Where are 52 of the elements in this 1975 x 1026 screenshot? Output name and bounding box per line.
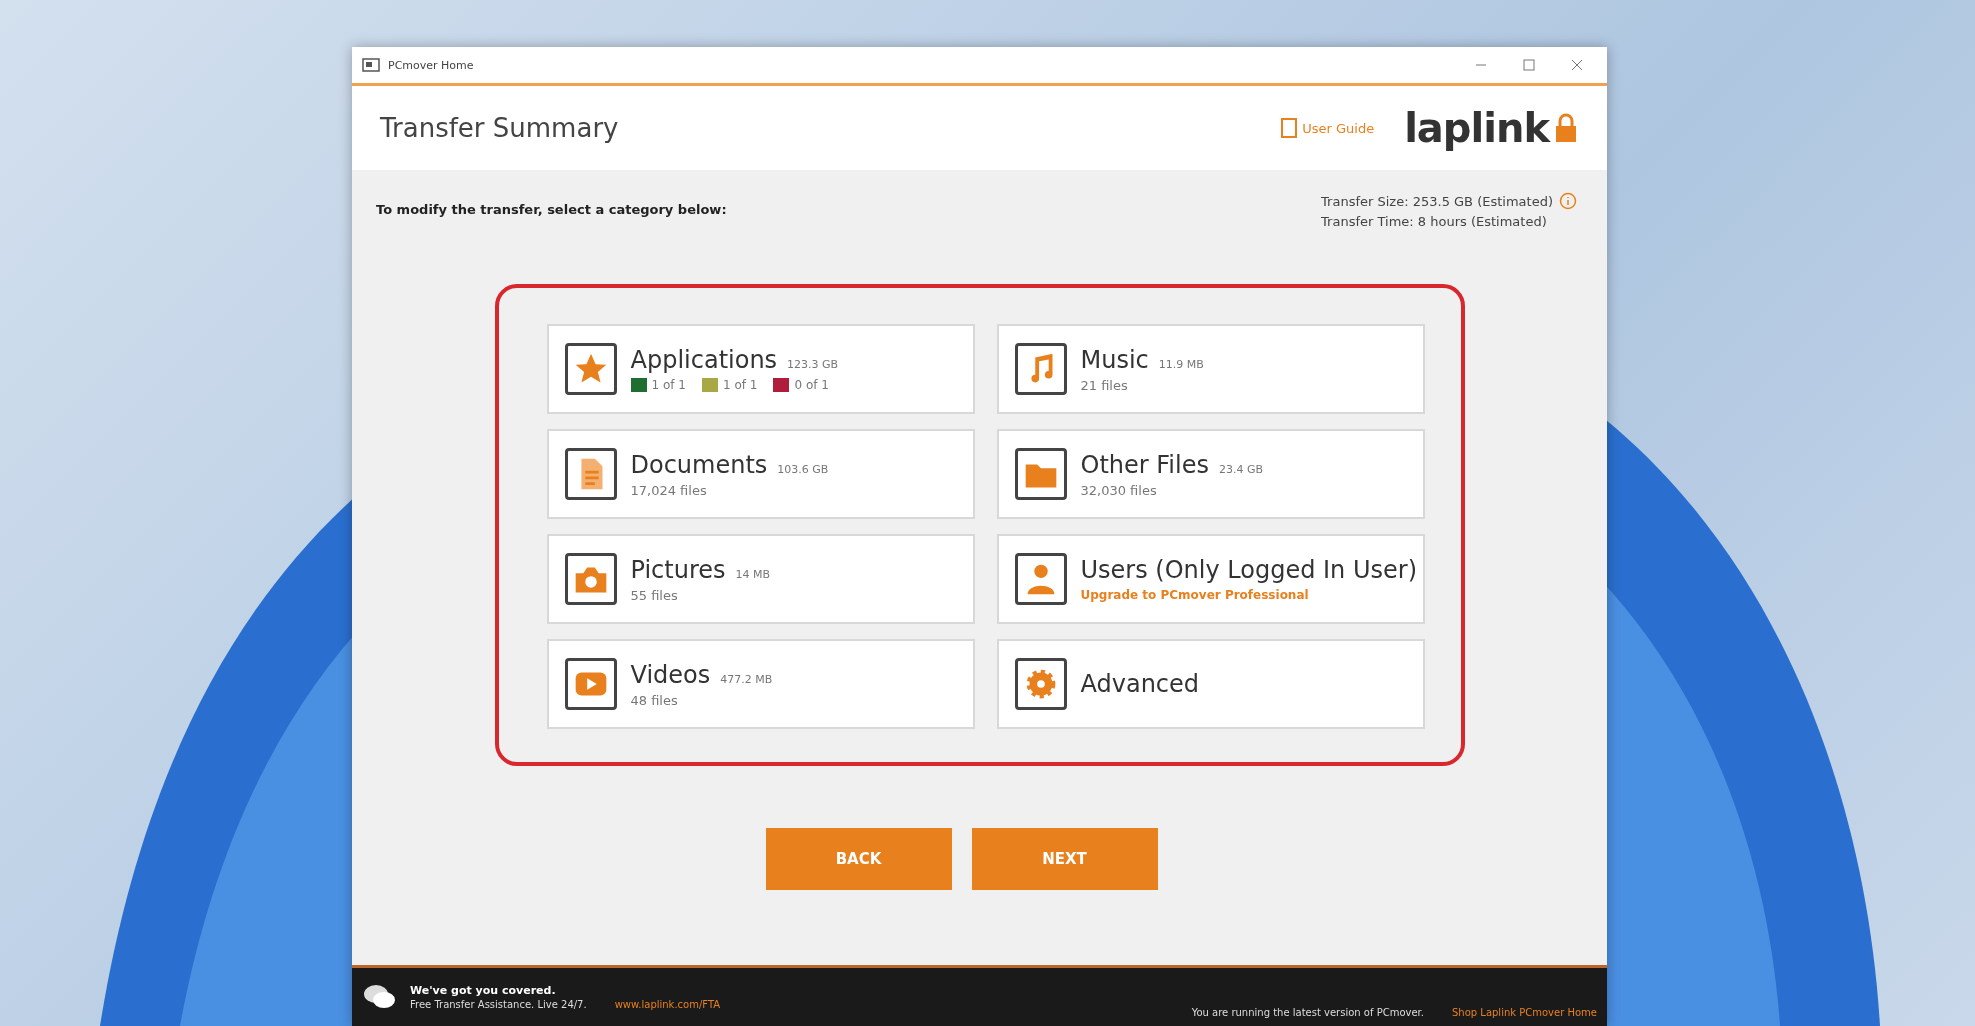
camera-icon bbox=[564, 553, 617, 605]
category-card[interactable]: Applications 123.3 GB 1 of 1 1 of 1 0 of 1 bbox=[546, 324, 975, 414]
category-card[interactable]: Advanced bbox=[996, 639, 1425, 729]
info-icon[interactable] bbox=[1559, 192, 1577, 210]
book-icon bbox=[1280, 117, 1299, 139]
category-size: 23.4 GB bbox=[1218, 462, 1263, 476]
transfer-info-text: Transfer Time: 8 hours (Estimated) bbox=[1321, 213, 1548, 231]
status-count: 1 of 1 bbox=[722, 378, 758, 392]
app-icon bbox=[362, 58, 380, 72]
category-size: 14 MB bbox=[735, 567, 771, 581]
footer-link[interactable]: www.laplink.com/FTA bbox=[614, 999, 721, 1010]
category-name: Users (Only Logged In User) bbox=[1080, 556, 1417, 584]
status-count: 1 of 1 bbox=[651, 378, 686, 392]
category-size: 477.2 MB bbox=[720, 672, 773, 686]
category-name: Applications bbox=[630, 346, 778, 374]
file-count: 17,024 files bbox=[630, 482, 708, 498]
category-card[interactable]: Users (Only Logged In User) Upgrade to PCmover Professional bbox=[996, 534, 1425, 624]
file-count: 48 files bbox=[630, 692, 679, 708]
version-status-text: You are running the latest version of PCmover. bbox=[1191, 1007, 1424, 1018]
category-size: 123.3 GB bbox=[787, 358, 839, 371]
category-name: Videos bbox=[630, 660, 711, 689]
gear-icon bbox=[1014, 658, 1067, 710]
category-size: 103.6 GB bbox=[777, 462, 829, 476]
category-card[interactable]: Pictures 14 MB 55 files bbox=[546, 534, 975, 624]
play-icon bbox=[564, 658, 617, 710]
category-name: Pictures bbox=[630, 555, 726, 584]
category-name: Documents bbox=[630, 450, 768, 479]
category-card[interactable]: Music 11.9 MB 21 files bbox=[996, 324, 1425, 414]
window-title: PCmover Home bbox=[388, 58, 475, 72]
file-count: 21 files bbox=[1080, 377, 1129, 393]
document-icon bbox=[564, 448, 617, 500]
lock-icon bbox=[1553, 112, 1579, 144]
page-title: Transfer Summary bbox=[380, 113, 620, 143]
category-card[interactable]: Documents 103.6 GB 17,024 files bbox=[546, 429, 975, 519]
footer-text: Free Transfer Assistance. Live 24/7. bbox=[410, 999, 587, 1010]
instruction-text: To modify the transfer, select a category below: bbox=[376, 202, 727, 219]
category-name: Other Files bbox=[1080, 450, 1209, 479]
status-count: 0 of 1 bbox=[794, 378, 829, 392]
user-icon bbox=[1014, 553, 1067, 605]
music-icon bbox=[1014, 343, 1067, 395]
footer-headline: We've got you covered. bbox=[410, 984, 557, 997]
transfer-info-text: Transfer Size: 253.5 GB (Estimated) bbox=[1321, 193, 1553, 211]
folder-icon bbox=[1014, 448, 1067, 500]
logo: laplink bbox=[1404, 105, 1549, 151]
category-size: 11.9 MB bbox=[1158, 357, 1204, 371]
file-count: 55 files bbox=[630, 587, 679, 603]
category-card[interactable]: Other Files 23.4 GB 32,030 files bbox=[996, 429, 1425, 519]
shop-link[interactable]: Shop Laplink PCmover Home bbox=[1452, 1007, 1597, 1018]
category-name: Advanced bbox=[1080, 670, 1200, 698]
category-card[interactable]: Videos 477.2 MB 48 files bbox=[546, 639, 975, 729]
category-name: Music bbox=[1080, 345, 1149, 374]
file-count: 32,030 files bbox=[1080, 482, 1158, 498]
